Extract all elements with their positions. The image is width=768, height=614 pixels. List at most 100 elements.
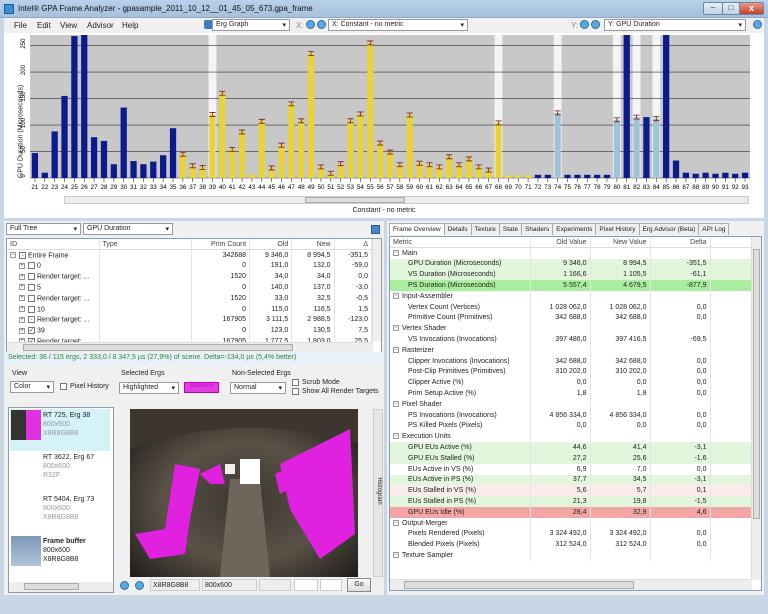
erg-checkbox[interactable] — [28, 294, 35, 302]
metric-row[interactable]: GPU EUs Idle (%) 28,4 32,9 4,6 — [390, 506, 752, 518]
col-old-value[interactable]: Old Value — [530, 237, 591, 249]
tab-pixel-history[interactable]: Pixel History — [595, 223, 640, 235]
col-id[interactable]: ID — [7, 239, 100, 251]
bar[interactable] — [584, 174, 591, 178]
erg-checkbox[interactable] — [28, 283, 35, 291]
scrollbar-thumb[interactable] — [305, 197, 405, 203]
metric-group-row[interactable]: − Output-Merger — [390, 517, 752, 529]
metric-row[interactable]: GPU Duration (Microseconds) 9 346,0 8 994,… — [390, 258, 752, 270]
x-zoom-out-icon[interactable] — [317, 20, 326, 29]
metric-group-row[interactable]: − Main — [390, 247, 752, 259]
bar[interactable] — [741, 172, 749, 178]
bar[interactable] — [672, 160, 680, 178]
x-zoom-in-icon[interactable] — [306, 20, 315, 29]
metric-row[interactable]: VS Invocations (Invocations) 397 486,0 397… — [390, 334, 752, 345]
bar[interactable] — [495, 122, 502, 178]
collapse-icon[interactable]: − — [393, 293, 399, 300]
col-delta[interactable]: Δ — [334, 239, 373, 251]
histogram-toggle[interactable]: Histogram — [373, 409, 383, 577]
metric-row[interactable]: Clipper Active (%) 0,0 0,0 0,0 — [390, 377, 752, 389]
tab-state[interactable]: State — [498, 223, 523, 235]
bar[interactable] — [406, 114, 413, 178]
tree-row[interactable]: +10 0 115,0 116,5 1,5 — [7, 303, 373, 315]
metrics-horizontal-scrollbar[interactable] — [390, 579, 752, 590]
tree-row[interactable]: + ✓ 39 0 123,0 130,5 7,5 — [7, 325, 373, 337]
metric-row[interactable]: Clipper Invocations (Invocations) 342 688… — [390, 355, 752, 367]
bar-chart[interactable]: 05010015020025021 22 23 24 25 26 27 28 29 30 31 32 3… — [4, 33, 764, 193]
erg-checkbox[interactable] — [28, 273, 35, 281]
selection-color-swatch[interactable]: selection — [184, 382, 219, 393]
save-icon[interactable] — [371, 225, 380, 234]
bar[interactable] — [150, 161, 157, 178]
collapse-icon[interactable]: − — [393, 325, 399, 332]
metric-row[interactable]: PS Invocations (Invocations) 4 856 334,0 4… — [390, 409, 752, 421]
metric-group-row[interactable]: − Execution Units — [390, 431, 752, 443]
menu-advisor[interactable]: Advisor — [87, 21, 114, 30]
minimize-button[interactable]: – — [703, 2, 723, 15]
x-coordinate-input[interactable] — [294, 579, 318, 591]
y-coordinate-input[interactable] — [320, 579, 342, 591]
bar[interactable] — [278, 145, 285, 178]
metric-row[interactable]: EUs Stalled in VS (%) 5,6 5,7 0,1 — [390, 485, 752, 497]
bar[interactable] — [505, 175, 512, 178]
bar[interactable] — [554, 112, 561, 178]
tab-shaders[interactable]: Shaders — [521, 223, 554, 235]
tree-row[interactable]: + Render target: ... 1520 34,0 34,0 0,0 — [7, 271, 373, 283]
bar[interactable] — [258, 121, 265, 178]
bar[interactable] — [81, 35, 88, 178]
bar[interactable] — [377, 143, 384, 178]
bar[interactable] — [229, 149, 236, 178]
scrollbar-thumb[interactable] — [23, 344, 293, 351]
selected-ergs-select[interactable]: Highlighted — [119, 382, 179, 394]
bar[interactable] — [465, 158, 473, 178]
erg-checkbox[interactable]: ✓ — [28, 327, 35, 335]
graph-horizontal-scrollbar[interactable] — [64, 196, 749, 204]
tab-details[interactable]: Details — [443, 223, 472, 235]
tree-mode-select[interactable]: Full Tree — [6, 223, 81, 235]
expand-icon[interactable]: + — [19, 306, 25, 312]
menu-edit[interactable]: Edit — [37, 21, 51, 30]
metric-row[interactable]: Prim Setup Active (%) 1,8 1,8 0,0 — [390, 388, 752, 399]
y-zoom-in-icon[interactable] — [580, 20, 589, 29]
bar[interactable] — [169, 128, 177, 178]
bar[interactable] — [100, 140, 108, 178]
scrollbar-thumb[interactable] — [24, 583, 79, 590]
bar[interactable] — [643, 117, 650, 178]
erg-checkbox[interactable]: ▪ — [28, 316, 35, 324]
bar[interactable] — [623, 35, 630, 178]
bar[interactable] — [31, 153, 39, 178]
render-target-thumb[interactable]: RT 3622, Erg 67 800x600 R32F — [10, 451, 110, 493]
metric-row[interactable]: PS Duration (Microseconds) 5 557,4 4 679,5… — [390, 280, 752, 291]
metric-group-row[interactable]: − Texture Sampler — [390, 550, 752, 561]
collapse-icon[interactable]: − — [393, 347, 399, 354]
metric-row[interactable]: EUs Active in VS (%) 6,9 7,0 0,0 — [390, 463, 752, 475]
collapse-icon[interactable]: − — [393, 401, 399, 407]
col-type[interactable]: Type — [99, 239, 192, 251]
expand-icon[interactable]: + — [19, 316, 25, 323]
scrub-mode-checkbox[interactable] — [292, 379, 299, 386]
tab-experiments[interactable]: Experiments — [552, 223, 597, 235]
tree-row[interactable]: + ▪ Render target: ... 167905 3 111,5 2 988,5… — [7, 314, 373, 326]
col-old[interactable]: Old — [249, 239, 293, 251]
col-metric[interactable]: Metric — [390, 237, 531, 249]
image-zoom-out-icon[interactable] — [120, 581, 129, 590]
collapse-icon[interactable]: − — [393, 250, 399, 257]
bar[interactable] — [593, 174, 601, 178]
bar[interactable] — [51, 131, 58, 178]
bar[interactable] — [524, 175, 532, 178]
render-target-thumb[interactable]: Frame buffer 800x600 X8R8G8B8 — [10, 535, 110, 577]
image-zoom-in-icon[interactable] — [135, 581, 144, 590]
bar[interactable] — [663, 35, 670, 178]
col-delta[interactable]: Delta — [650, 237, 711, 249]
expand-icon[interactable]: + — [19, 262, 25, 269]
render-target-thumb[interactable]: RT 5404, Erg 73 800x600 X8R8G8B8 — [10, 493, 110, 535]
bar[interactable] — [288, 103, 295, 178]
expand-icon[interactable]: + — [19, 295, 25, 302]
tab-erg-advisor-beta[interactable]: Erg Advisor (Beta) — [638, 223, 700, 235]
collapse-icon[interactable]: − — [10, 252, 16, 259]
bar[interactable] — [603, 174, 611, 178]
erg-checkbox[interactable] — [28, 305, 35, 313]
collapse-icon[interactable]: − — [393, 519, 399, 526]
scrollbar-thumb[interactable] — [404, 581, 634, 589]
bar[interactable] — [238, 131, 246, 178]
